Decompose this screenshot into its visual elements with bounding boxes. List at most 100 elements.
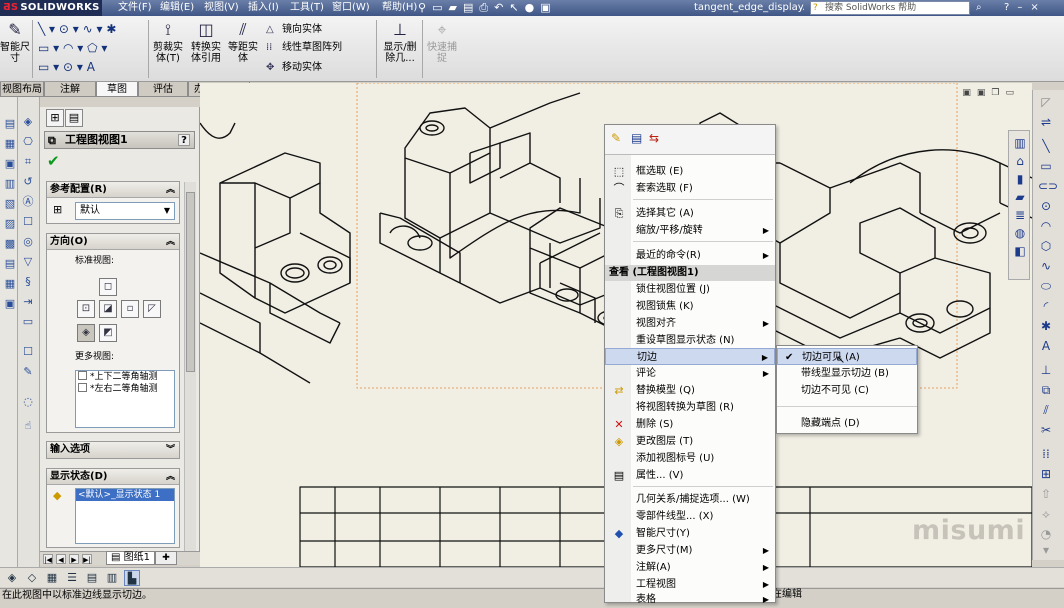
ok-check-icon[interactable]: ✔ bbox=[47, 153, 60, 169]
feature-manager-tab-icon[interactable]: ⊞ bbox=[46, 109, 64, 127]
mirror-icon[interactable]: ⧉ bbox=[1038, 382, 1054, 398]
menu-annotations[interactable]: 注解(A) ▶ bbox=[605, 559, 775, 576]
tile-icon[interactable]: ▣ bbox=[977, 88, 992, 98]
display-state-header[interactable]: 显示状态(D) ︽ bbox=[47, 469, 179, 485]
relations-icon[interactable]: ⇆ bbox=[649, 131, 659, 145]
spline-icon[interactable]: ∿ bbox=[1038, 258, 1054, 274]
menu-tangent-edge[interactable]: 切边 ▶ bbox=[605, 348, 775, 365]
submenu-hide-endpoints[interactable]: 隐藏端点 (D) bbox=[777, 415, 917, 432]
tile-icon[interactable]: ▣ bbox=[962, 88, 977, 98]
properties-icon[interactable]: ▤ bbox=[631, 131, 642, 145]
menu-comment[interactable]: 评论 ▶ bbox=[605, 365, 775, 382]
config-select[interactable]: 默认 ▼ bbox=[75, 202, 175, 220]
menu-change-layer[interactable]: ◈ 更改图层 (T) bbox=[605, 433, 775, 450]
list-item[interactable]: *上下二等角轴测 bbox=[76, 371, 174, 383]
right-view-button[interactable]: ◪ bbox=[99, 300, 117, 318]
display-delete-relations-button[interactable]: ⊥ 显示/删除几... bbox=[380, 20, 420, 78]
quick-access-toolbar[interactable]: ⚲▭▰▤⎙↶↖●▣ bbox=[418, 0, 557, 16]
menu-more-dimensions[interactable]: 更多尺寸(M) ▶ bbox=[605, 542, 775, 559]
prev-sheet-icon[interactable]: ◀ bbox=[56, 554, 66, 564]
property-manager-tab-icon[interactable]: ▤ bbox=[65, 109, 83, 127]
tool-icon[interactable]: ⌗ bbox=[21, 155, 35, 169]
globe-icon[interactable]: ◍ bbox=[1012, 225, 1028, 241]
menu-lasso-select[interactable]: ⌒ 套索选取 (F) bbox=[605, 180, 775, 197]
line-style-icon[interactable]: ▤ bbox=[84, 570, 100, 586]
tool-icon[interactable]: ▥ bbox=[1012, 135, 1028, 151]
sketch-tools-grid[interactable]: ╲ ▾ ⊙ ▾ ∿ ▾ ✱ ▭ ▾ ◠ ▾ ⬠ ▾ ▭ ▾ ⊙ ▾ A bbox=[38, 20, 148, 77]
smart-icon[interactable]: ⇧ bbox=[1038, 486, 1054, 502]
import-options-header[interactable]: 输入选项 ︾ bbox=[47, 442, 179, 458]
tab-annotation[interactable]: 注解 bbox=[44, 82, 96, 97]
pattern-icon[interactable]: ⁞⁞ bbox=[1038, 446, 1054, 462]
print-icon[interactable]: ⎙ bbox=[479, 1, 494, 14]
relation-icon[interactable]: ⊥ bbox=[1038, 362, 1054, 378]
tool-icon[interactable]: ▥ bbox=[3, 177, 17, 191]
menu-view[interactable]: 视图(V) bbox=[204, 0, 239, 16]
hide-show-edges-icon[interactable]: ▥ bbox=[104, 570, 120, 586]
help-search-input[interactable]: ? 搜索 SolidWorks 帮助 bbox=[810, 1, 970, 15]
solidworks-logo[interactable]: ƋS SOLIDWORKS bbox=[0, 0, 102, 16]
close-view-icon[interactable]: ▭ bbox=[1005, 88, 1020, 98]
layer-icon[interactable]: ◈ bbox=[4, 570, 20, 586]
last-sheet-icon[interactable]: ▶| bbox=[82, 554, 92, 564]
select-icon[interactable]: ↖ bbox=[509, 1, 524, 14]
smart-dimension-button[interactable]: ✎ 智能尺寸 bbox=[0, 20, 30, 78]
more-icon[interactable]: ▾ bbox=[1038, 542, 1054, 558]
checkbox[interactable] bbox=[78, 371, 87, 380]
tool-icon[interactable]: ▭ bbox=[21, 315, 35, 329]
tool-icon[interactable]: ▦ bbox=[3, 277, 17, 291]
menu-view-alignment[interactable]: 视图对齐 ▶ bbox=[605, 315, 775, 332]
line-thickness-icon[interactable]: ☰ bbox=[64, 570, 80, 586]
text-icon[interactable]: A bbox=[1038, 338, 1054, 354]
expand-icon[interactable]: ︾ bbox=[166, 442, 175, 458]
offset-entities-button[interactable]: ⫽ 等距实体 bbox=[226, 20, 260, 78]
snap-icon[interactable]: ⟡ bbox=[1038, 506, 1054, 522]
grid-icon[interactable]: ⊞ bbox=[1038, 466, 1054, 482]
line-icon[interactable]: ╲ bbox=[1038, 138, 1054, 154]
menu-smart-dimension[interactable]: ◆ 智能尺寸(Y) bbox=[605, 525, 775, 542]
tool-icon[interactable]: ▧ bbox=[3, 197, 17, 211]
menu-reset-sketch-display[interactable]: 重设草图显示状态 (N) bbox=[605, 332, 775, 349]
tool-icon[interactable]: ☐ bbox=[21, 345, 35, 359]
open-icon[interactable]: ▰ bbox=[448, 1, 462, 14]
menu-help[interactable]: 帮助(H) bbox=[382, 0, 417, 16]
menu-add-view-label[interactable]: 添加视图标号 (U) bbox=[605, 450, 775, 467]
menu-lock-view-position[interactable]: 锁住视图位置 (J) bbox=[605, 281, 775, 298]
top-view-button[interactable]: ⊡ bbox=[77, 300, 95, 318]
checkbox[interactable] bbox=[78, 383, 87, 392]
circle-icon[interactable]: ⊙ bbox=[1038, 198, 1054, 214]
tool-icon[interactable]: ↺ bbox=[21, 175, 35, 189]
folder-icon[interactable]: ▰ bbox=[1012, 189, 1028, 205]
collapse-icon[interactable]: ︽ bbox=[166, 469, 175, 485]
edit-sketch-icon[interactable]: ✎ bbox=[611, 131, 621, 145]
menu-properties[interactable]: ▤ 属性... (V) bbox=[605, 467, 775, 484]
help-icon[interactable]: ? bbox=[1004, 2, 1017, 13]
menu-file[interactable]: 文件(F) bbox=[118, 0, 152, 16]
window-controls[interactable]: ?–× bbox=[1004, 0, 1064, 16]
menu-tables[interactable]: 表格 ▶ bbox=[605, 591, 775, 608]
mirror-entities-button[interactable]: △ 镜向实体 bbox=[266, 22, 322, 38]
isometric-view-button[interactable]: ◈ bbox=[77, 324, 95, 342]
menu-box-select[interactable]: ⬚ 框选取 (E) bbox=[605, 163, 775, 180]
offset-icon[interactable]: ⫽ bbox=[1038, 402, 1054, 418]
tool-icon[interactable]: ▦ bbox=[3, 137, 17, 151]
menu-zoom-pan-rotate[interactable]: 缩放/平移/旋转 ▶ bbox=[605, 222, 775, 239]
scroll-thumb[interactable] bbox=[186, 192, 195, 372]
front-view-button[interactable]: ◻ bbox=[99, 278, 117, 296]
color-icon[interactable]: ▦ bbox=[44, 570, 60, 586]
search-icon[interactable]: ⌕ bbox=[976, 1, 998, 15]
menu-relations-snaps[interactable]: 几何关系/捕捉选项... (W) bbox=[605, 491, 775, 508]
list-item[interactable]: *左右二等角轴测 bbox=[76, 383, 174, 395]
tool-icon[interactable]: ✎ bbox=[21, 365, 35, 379]
menu-tools[interactable]: 工具(T) bbox=[290, 0, 324, 16]
orientation-header[interactable]: 方向(O) ︽ bbox=[47, 234, 179, 250]
linear-pattern-button[interactable]: ⁞⁞ 线性草图阵列 bbox=[266, 40, 342, 56]
layers-icon[interactable]: ◇ bbox=[24, 570, 40, 586]
tool-icon[interactable]: Ⓐ bbox=[21, 195, 35, 209]
move-entities-button[interactable]: ✥ 移动实体 bbox=[266, 60, 322, 76]
new-icon[interactable]: ▭ bbox=[432, 1, 448, 14]
bottom-view-button[interactable]: ◸ bbox=[143, 300, 161, 318]
tool-icon[interactable]: ▽ bbox=[21, 255, 35, 269]
tab-sketch[interactable]: 草图 bbox=[96, 82, 138, 97]
tab-evaluate[interactable]: 评估 bbox=[138, 82, 188, 97]
